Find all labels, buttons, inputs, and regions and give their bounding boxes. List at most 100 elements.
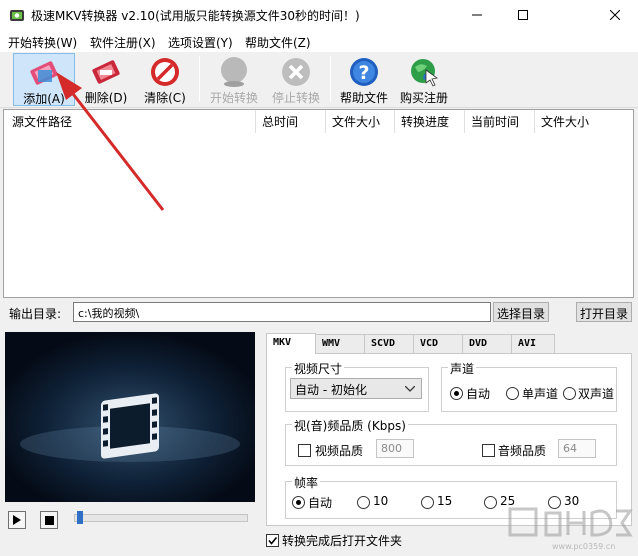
tab-mkv[interactable]: MKV [266,333,316,354]
minimize-button[interactable] [454,0,500,30]
delete-button[interactable]: 删除(D) [75,53,137,106]
channel-auto-radio[interactable] [450,387,463,400]
menu-bar: 开始转换(W) 软件注册(X) 选项设置(Y) 帮助文件(Z) [0,30,638,52]
seek-bar[interactable] [74,514,248,522]
play-icon [13,515,21,525]
column-header-total-time[interactable]: 总时间 [262,113,298,130]
video-quality-checkbox[interactable] [298,444,311,457]
tab-dvd[interactable]: DVD [462,334,512,354]
add-label: 添加(A) [23,92,65,106]
channel-stereo-label: 双声道 [578,387,615,401]
close-button[interactable] [592,0,638,30]
window-title: 极速MKV转换器 v2.10(试用版只能转换源文件30秒的时间！) [31,9,360,23]
menu-start-convert[interactable]: 开始转换(W) [8,34,77,51]
title-bar: 极速MKV转换器 v2.10(试用版只能转换源文件30秒的时间！) [0,0,638,30]
help-file-button[interactable]: ? 帮助文件 [333,53,395,106]
video-preview [5,332,255,502]
channel-mono-radio[interactable] [506,387,519,400]
quality-group: 视(音)频品质 (Kbps) 视频品质 800 音频品质 64 [285,417,617,466]
menu-help[interactable]: 帮助文件(Z) [245,34,311,51]
start-convert-button[interactable]: 开始转换 [203,53,265,106]
start-convert-icon [221,57,247,87]
settings-panel: 视频尺寸 自动 - 初始化 声道 自动 单声道 双声道 视(音)频品质 (Kbp… [266,353,632,526]
open-after-convert-checkbox[interactable] [266,534,279,547]
stop-icon [44,515,54,525]
video-quality-input[interactable]: 800 [376,439,414,458]
channel-mono-label: 单声道 [522,387,559,401]
tab-vcd[interactable]: VCD [413,334,463,354]
buy-register-label: 购买注册 [399,91,448,105]
column-header-current-time[interactable]: 当前时间 [471,113,519,130]
tab-scvd[interactable]: SCVD [364,334,414,354]
add-button[interactable]: 添加(A) [13,53,75,106]
clear-icon [151,58,179,86]
tab-wmv[interactable]: WMV [315,334,365,354]
framerate-15-label: 15 [437,494,453,508]
channel-auto-label: 自动 [466,387,491,401]
video-size-group: 视频尺寸 自动 - 初始化 [285,360,429,412]
add-film-icon [30,61,58,85]
choose-dir-button[interactable]: 选择目录 [493,302,549,322]
output-dir-input[interactable]: c:\我的视频\ [73,302,491,322]
tab-avi[interactable]: AVI [511,334,555,354]
audio-quality-checkbox[interactable] [482,444,495,457]
framerate-10-radio[interactable] [357,496,370,509]
toolbar-separator [330,56,331,102]
close-icon [610,10,620,20]
file-list[interactable]: 源文件路径 总时间 文件大小 转换进度 当前时间 文件大小 [3,109,634,298]
start-convert-label: 开始转换 [209,91,258,105]
column-separator [534,110,535,133]
output-dir-label: 输出目录: [9,307,62,321]
watermark-icon [508,507,633,537]
stop-button[interactable] [40,511,58,529]
stop-convert-label: 停止转换 [271,91,320,105]
audio-quality-label: 音频品质 [498,444,547,458]
clear-button[interactable]: 清除(C) [134,53,196,106]
audio-quality-input[interactable]: 64 [558,439,596,458]
open-dir-button[interactable]: 打开目录 [576,302,632,322]
menu-register[interactable]: 软件注册(X) [90,34,156,51]
column-header-output-size[interactable]: 文件大小 [541,113,589,130]
column-separator [255,110,256,133]
maximize-icon [518,10,528,20]
framerate-10-label: 10 [373,494,389,508]
framerate-auto-radio[interactable] [292,496,305,509]
buy-register-button[interactable]: 购买注册 [393,53,455,106]
watermark-logo: www.pc0359.cn [506,505,634,553]
framerate-title: 帧率 [292,474,321,491]
channel-title: 声道 [448,360,477,377]
column-header-source-path[interactable]: 源文件路径 [12,113,72,130]
globe-cursor-icon [411,59,438,87]
column-header-progress[interactable]: 转换进度 [401,113,449,130]
stop-convert-button[interactable]: 停止转换 [265,53,327,106]
framerate-auto-label: 自动 [308,496,333,510]
open-after-convert-label: 转换完成后打开文件夹 [282,534,403,548]
minimize-icon [472,14,482,16]
column-separator [464,110,465,133]
channel-stereo-radio[interactable] [563,387,576,400]
column-header-file-size[interactable]: 文件大小 [332,113,380,130]
chevron-down-icon [405,386,415,392]
channel-group: 声道 自动 单声道 双声道 [441,360,617,412]
framerate-25-radio[interactable] [484,496,497,509]
help-file-label: 帮助文件 [339,91,388,105]
seek-handle[interactable] [77,511,84,524]
menu-options[interactable]: 选项设置(Y) [168,34,233,51]
video-size-select[interactable]: 自动 - 初始化 [290,378,422,399]
video-size-value: 自动 - 初始化 [295,383,367,397]
video-quality-label: 视频品质 [315,444,364,458]
app-icon [10,10,24,21]
column-separator [325,110,326,133]
delete-label: 删除(D) [84,91,128,105]
quality-title: 视(音)频品质 (Kbps) [292,417,408,434]
clear-label: 清除(C) [144,91,186,105]
help-icon: ? [350,58,378,86]
column-separator [394,110,395,133]
checkmark-icon [268,536,278,545]
maximize-button[interactable] [500,0,546,30]
play-button[interactable] [8,511,26,529]
framerate-15-radio[interactable] [421,496,434,509]
toolbar-separator [199,56,200,102]
delete-film-icon [92,60,120,84]
watermark-text: www.pc0359.cn [552,542,616,551]
